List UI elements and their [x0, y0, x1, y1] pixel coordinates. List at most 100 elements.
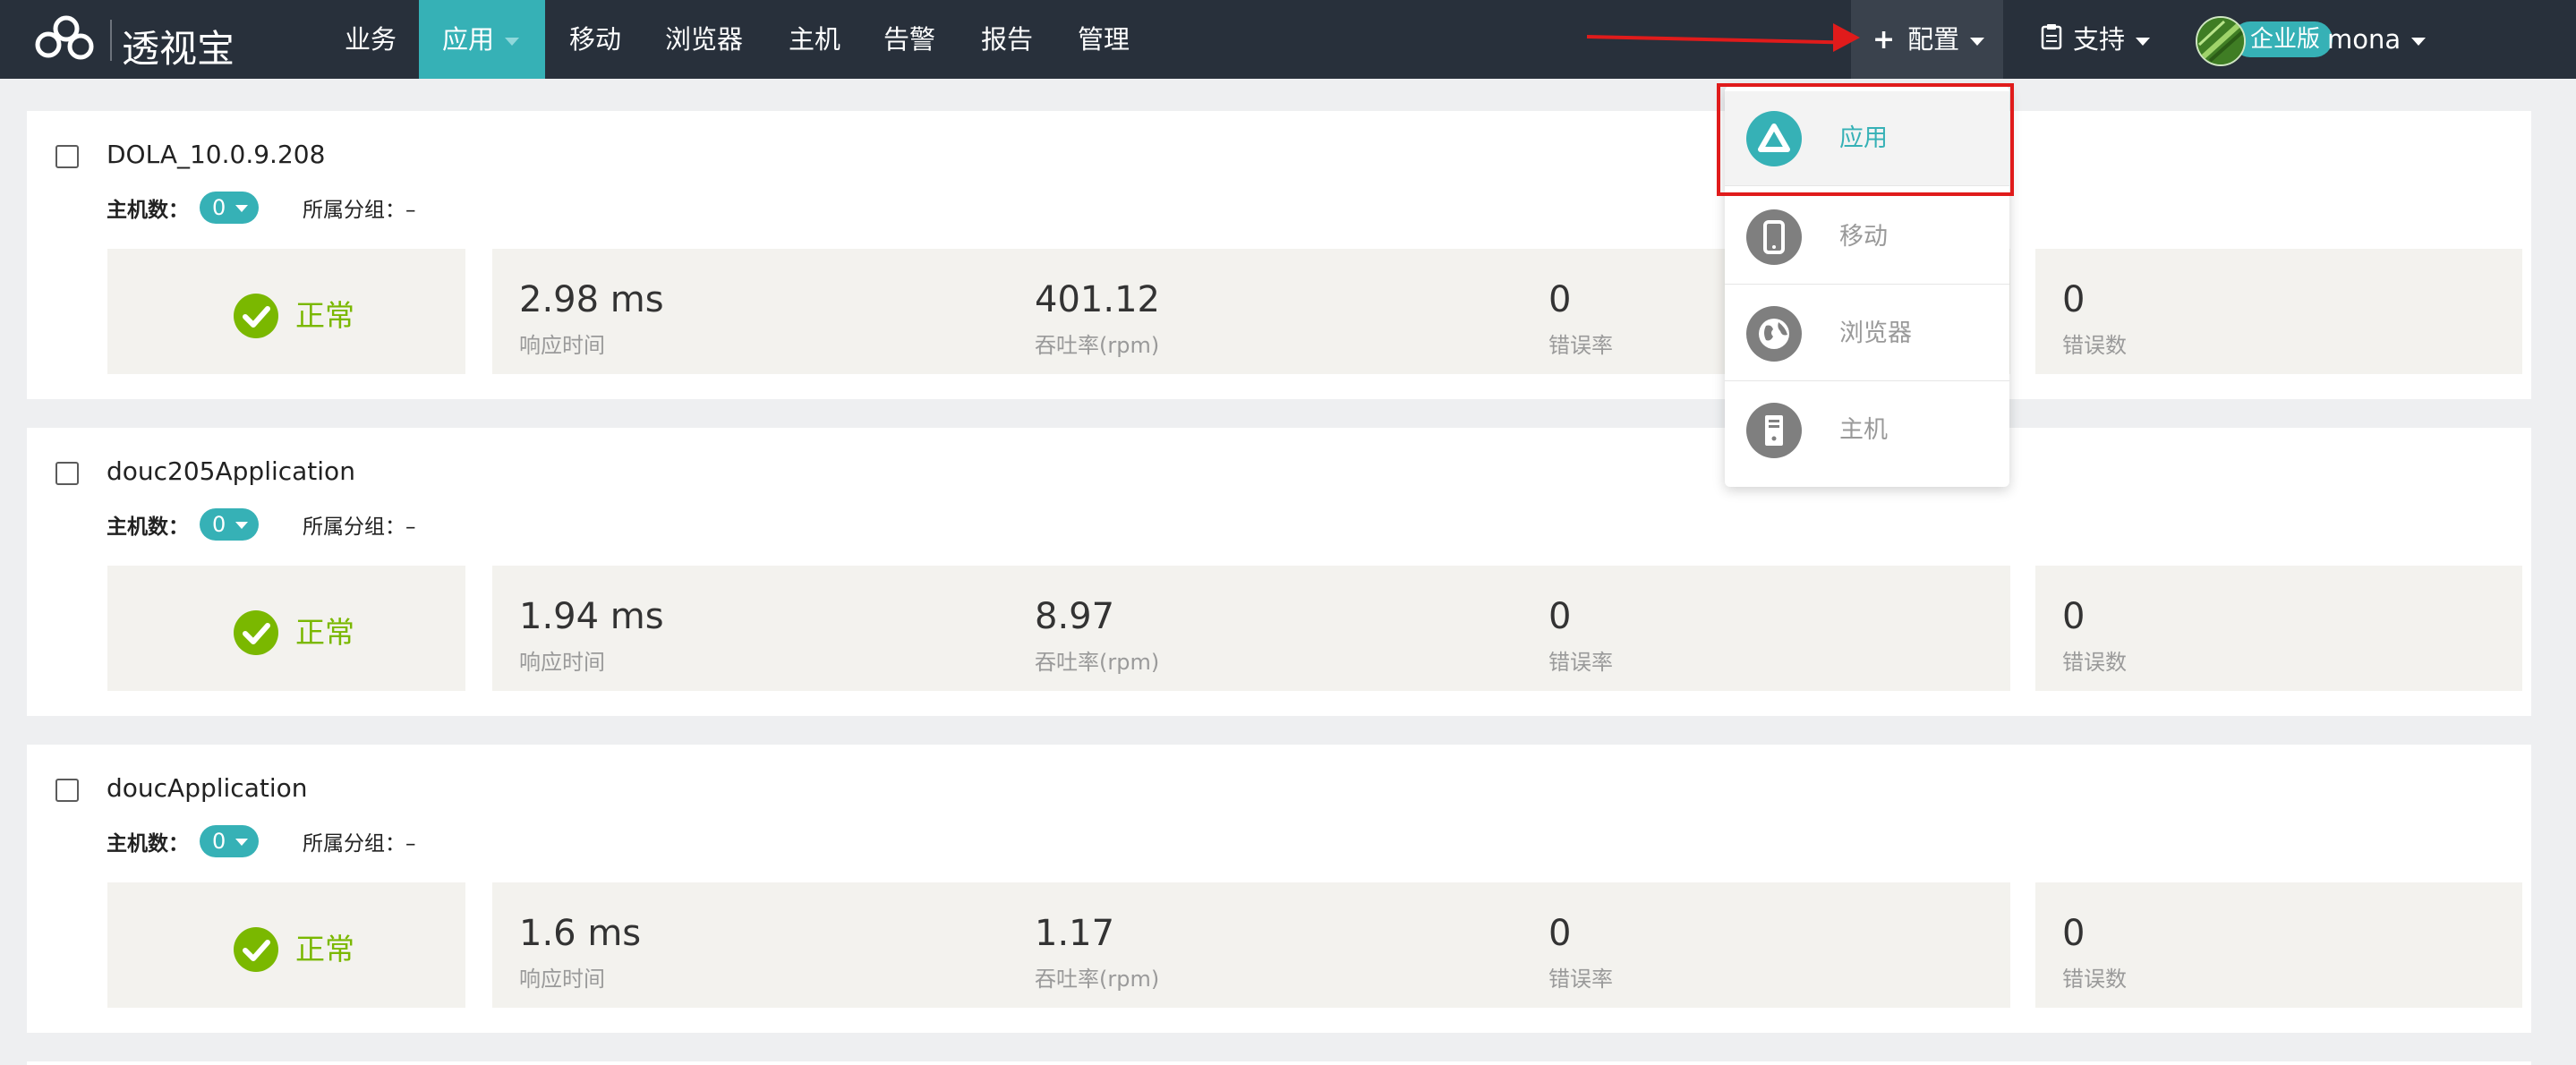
throughput-label: 吞吐率(rpm) [1035, 967, 1160, 992]
check-circle-icon [234, 610, 278, 655]
server-icon [1746, 403, 1802, 458]
throughput-value: 8.97 [1035, 596, 1115, 637]
globe-icon [1746, 306, 1802, 362]
app-name[interactable]: douc205Application [107, 456, 355, 486]
group-label-text: 所属分组： [303, 832, 405, 856]
response-time-tile[interactable]: 1.94 ms 响应时间 [492, 566, 1008, 691]
status-text: 正常 [295, 932, 354, 967]
nav-item-business[interactable]: 业务 [345, 0, 397, 79]
config-menu-button[interactable]: + 配置 [1851, 0, 2003, 79]
app-card: douc205Application 主机数： 0 所属分组：– 正常 1.94… [27, 428, 2531, 716]
config-menu-item-mobile[interactable]: 移动 [1725, 190, 2009, 285]
config-menu-item-label: 浏览器 [1839, 320, 1912, 347]
error-rate-tile[interactable]: 0 错误率 [1522, 882, 2010, 1008]
cloud-logo-icon [35, 15, 94, 60]
error-rate-label: 错误率 [1548, 967, 1613, 992]
chevron-down-icon [505, 37, 520, 46]
clipboard-icon [2041, 2, 2062, 81]
chevron-down-icon [1970, 37, 1985, 46]
nav-item-admin[interactable]: 管理 [1078, 0, 1130, 79]
config-menu-item-host[interactable]: 主机 [1725, 383, 2009, 478]
host-count-dropdown[interactable]: 0 [200, 825, 259, 857]
host-count-value: 0 [212, 195, 226, 220]
annotation-arrow-line [1586, 35, 1839, 45]
app-name[interactable]: DOLA_10.0.9.208 [107, 140, 325, 169]
status-tile: 正常 [107, 566, 465, 691]
logo-divider [110, 20, 112, 61]
group-label-text: 所属分组： [303, 515, 405, 539]
error-count-tile[interactable]: 0 错误数 [2035, 249, 2522, 374]
group-value: – [405, 832, 416, 856]
config-menu-item-browser[interactable]: 浏览器 [1725, 286, 2009, 381]
annotation-arrow-head-icon [1833, 23, 1860, 52]
nav-item-mobile[interactable]: 移动 [569, 0, 621, 79]
error-rate-label: 错误率 [1548, 650, 1613, 675]
host-count-dropdown[interactable]: 0 [200, 508, 259, 541]
group-label: 所属分组：– [303, 192, 416, 223]
response-time-tile[interactable]: 1.6 ms 响应时间 [492, 882, 1008, 1008]
throughput-label: 吞吐率(rpm) [1035, 333, 1160, 358]
throughput-tile[interactable]: 401.12 吞吐率(rpm) [1008, 249, 1523, 374]
host-count-dropdown[interactable]: 0 [200, 192, 259, 224]
error-count-label: 错误数 [2062, 650, 2127, 675]
error-count-value: 0 [2062, 913, 2086, 954]
error-rate-value: 0 [1548, 913, 1572, 954]
status-text: 正常 [295, 615, 354, 650]
group-value: – [405, 199, 416, 222]
host-count-label: 主机数： [107, 515, 189, 539]
support-label: 支持 [2073, 24, 2126, 55]
nav-item-apps[interactable]: 应用 [419, 0, 545, 79]
throughput-tile[interactable]: 1.17 吞吐率(rpm) [1008, 882, 1523, 1008]
group-label-text: 所属分组： [303, 199, 405, 222]
nav-item-alerts[interactable]: 告警 [883, 0, 935, 79]
host-count-label: 主机数： [107, 199, 189, 222]
throughput-label: 吞吐率(rpm) [1035, 650, 1160, 675]
status-tile: 正常 [107, 249, 465, 374]
chevron-down-icon [235, 522, 248, 529]
host-count-label: 主机数： [107, 832, 189, 856]
support-menu-button[interactable]: 支持 [2041, 0, 2151, 81]
response-time-value: 1.94 ms [519, 596, 664, 637]
chevron-down-icon [2136, 37, 2151, 46]
config-menu-item-label: 主机 [1839, 416, 1888, 444]
response-time-value: 2.98 ms [519, 279, 664, 320]
error-count-tile[interactable]: 0 错误数 [2035, 566, 2522, 691]
error-count-label: 错误数 [2062, 967, 2127, 992]
error-rate-tile[interactable]: 0 错误率 [1522, 566, 2010, 691]
app-select-checkbox[interactable] [55, 779, 79, 802]
host-count-value: 0 [212, 829, 226, 854]
brand-name: 透视宝 [122, 27, 235, 71]
error-count-value: 0 [2062, 596, 2086, 637]
nav-item-reports[interactable]: 报告 [981, 0, 1033, 79]
nav-item-host[interactable]: 主机 [789, 0, 840, 79]
config-label: 配置 [1907, 24, 1960, 55]
response-time-tile[interactable]: 2.98 ms 响应时间 [492, 249, 1008, 374]
group-label: 所属分组：– [303, 509, 416, 540]
error-count-label: 错误数 [2062, 333, 2127, 358]
app-select-checkbox[interactable] [55, 145, 79, 168]
app-select-checkbox[interactable] [55, 462, 79, 485]
response-time-label: 响应时间 [519, 650, 605, 675]
check-circle-icon [234, 294, 278, 338]
check-circle-icon [234, 927, 278, 972]
group-value: – [405, 515, 416, 539]
response-time-value: 1.6 ms [519, 913, 642, 954]
nav-item-browser[interactable]: 浏览器 [665, 0, 743, 79]
user-menu-button[interactable]: mona [2327, 0, 2427, 79]
app-card: DOLA_10.0.9.208 主机数： 0 所属分组：– 正常 2.98 ms… [27, 111, 2531, 399]
throughput-tile[interactable]: 8.97 吞吐率(rpm) [1008, 566, 1523, 691]
error-rate-value: 0 [1548, 279, 1572, 320]
chevron-down-icon [235, 205, 248, 212]
app-name[interactable]: doucApplication [107, 773, 308, 803]
app-card-partial [27, 1061, 2531, 1065]
response-time-label: 响应时间 [519, 333, 605, 358]
error-rate-label: 错误率 [1548, 333, 1613, 358]
error-count-tile[interactable]: 0 错误数 [2035, 882, 2522, 1008]
username: mona [2327, 24, 2401, 55]
avatar[interactable] [2196, 16, 2246, 66]
app-card: doucApplication 主机数： 0 所属分组：– 正常 1.6 ms … [27, 745, 2531, 1033]
throughput-value: 1.17 [1035, 913, 1115, 954]
status-text: 正常 [295, 298, 354, 333]
plus-icon: + [1872, 24, 1896, 55]
group-label: 所属分组：– [303, 826, 416, 856]
